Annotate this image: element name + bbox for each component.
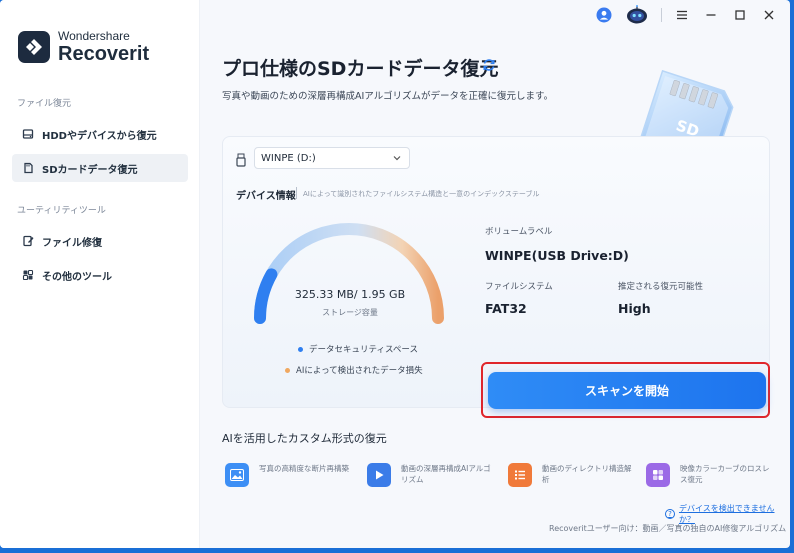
hdd-icon bbox=[22, 129, 34, 139]
info-divider bbox=[296, 187, 297, 199]
legend-data-loss: AIによって検出されたデータ損失 bbox=[285, 364, 423, 376]
usb-drive-icon bbox=[236, 152, 246, 171]
feature-photo-reconstruction[interactable]: 写真の高精度な断片再構築 bbox=[225, 463, 351, 487]
sidebar-item-sd-recovery[interactable]: SDカードデータ復元 bbox=[12, 154, 188, 182]
feature-video-ai[interactable]: 動画の深層再構成AIアルゴリズム bbox=[367, 463, 493, 487]
device-info-description: AIによって識別されたファイルシステム構造と一意のインデックステーブル bbox=[303, 190, 540, 198]
device-not-detected-link[interactable]: ? デバイスを検出できませんか？ bbox=[665, 503, 790, 525]
sidebar-item-file-repair[interactable]: ファイル修復 bbox=[12, 227, 188, 255]
recoverit-logo-icon bbox=[18, 31, 50, 63]
maximize-icon[interactable] bbox=[731, 6, 749, 24]
help-link-label: デバイスを検出できませんか？ bbox=[678, 504, 775, 524]
sidebar-item-hdd-recovery[interactable]: HDDやデバイスから復元 bbox=[12, 120, 188, 148]
storage-value: 325.33 MB/ 1.95 GB bbox=[294, 288, 406, 301]
user-icon[interactable] bbox=[595, 6, 613, 24]
features-title: AIを活用したカスタム形式の復元 bbox=[222, 432, 387, 445]
logo-bottom-text: Recoverit bbox=[58, 43, 150, 65]
sidebar-item-label: ファイル修復 bbox=[42, 237, 102, 249]
feature-text: 写真の高精度な断片再構築 bbox=[259, 464, 349, 473]
storage-label: ストレージ容量 bbox=[322, 308, 378, 317]
feature-color-curve[interactable]: 映像カラーカーブのロスレス復元 bbox=[646, 463, 772, 487]
app-logo: Wondershare Recoverit bbox=[18, 30, 149, 64]
legend-dot-orange bbox=[285, 367, 290, 373]
page-title: プロ仕様のSDカードデータ復元 bbox=[222, 58, 499, 80]
file-repair-icon bbox=[23, 235, 34, 247]
toolbar-divider bbox=[661, 8, 662, 22]
legend-label: データセキュリティスペース bbox=[309, 345, 418, 355]
color-icon bbox=[646, 463, 670, 487]
volume-label-value: WINPE(USB Drive:D) bbox=[485, 248, 629, 263]
logo-top-text: Wondershare bbox=[58, 29, 130, 43]
selected-drive-value: WINPE (D:) bbox=[261, 152, 316, 164]
file-system-title: ファイルシステム bbox=[485, 282, 553, 292]
legend-security-space: データセキュリティスペース bbox=[298, 343, 418, 355]
sidebar-item-more-tools[interactable]: その他のツール bbox=[12, 261, 188, 289]
storage-used-arc bbox=[254, 268, 278, 324]
legend-dot-blue bbox=[298, 346, 303, 352]
file-system-value: FAT32 bbox=[485, 301, 527, 316]
sidebar-section-utility-tools: ユーティリティツール bbox=[17, 206, 106, 216]
refresh-icon[interactable] bbox=[482, 57, 496, 76]
legend-label: AIによって検出されたデータ損失 bbox=[296, 366, 423, 376]
video-icon bbox=[367, 463, 391, 487]
sd-card-icon bbox=[24, 162, 33, 174]
sidebar-item-label: SDカードデータ復元 bbox=[42, 164, 138, 176]
feature-text: 映像カラーカーブのロスレス復元 bbox=[680, 464, 770, 485]
minimize-icon[interactable] bbox=[702, 6, 720, 24]
chevron-down-icon bbox=[393, 156, 401, 161]
app-window: Wondershare Recoverit ファイル復元 HDDやデバイスから復… bbox=[0, 0, 790, 548]
page-subtitle: 写真や動画のための深層再構成AIアルゴリズムがデータを正確に復元します。 bbox=[222, 91, 554, 102]
recoverability-title: 推定される復元可能性 bbox=[618, 282, 704, 292]
photo-icon bbox=[225, 463, 249, 487]
footer-text: Recoveritユーザー向け：動画／写真の独自のAI修復アルゴリズム bbox=[549, 524, 787, 533]
sidebar-section-file-recovery: ファイル復元 bbox=[17, 99, 72, 109]
feature-text: 動画のディレクトリ構造解析 bbox=[542, 464, 632, 485]
sidebar-item-label: HDDやデバイスから復元 bbox=[42, 130, 157, 142]
window-controls bbox=[595, 5, 778, 24]
question-icon: ? bbox=[665, 509, 675, 519]
start-scan-button[interactable]: スキャンを開始 bbox=[488, 372, 766, 409]
volume-label-title: ボリュームラベル bbox=[485, 227, 553, 237]
feature-text: 動画の深層再構成AIアルゴリズム bbox=[401, 464, 491, 485]
close-icon[interactable] bbox=[760, 6, 778, 24]
list-icon bbox=[508, 463, 532, 487]
sidebar-item-label: その他のツール bbox=[42, 271, 112, 283]
feature-directory-analysis[interactable]: 動画のディレクトリ構造解析 bbox=[508, 463, 634, 487]
recoverability-value: High bbox=[618, 301, 651, 316]
robot-icon[interactable] bbox=[624, 5, 650, 24]
more-tools-icon bbox=[22, 269, 34, 281]
sidebar: Wondershare Recoverit ファイル復元 HDDやデバイスから復… bbox=[0, 0, 200, 548]
menu-icon[interactable] bbox=[673, 6, 691, 24]
drive-select-dropdown[interactable]: WINPE (D:) bbox=[254, 147, 410, 169]
device-info-title: デバイス情報 bbox=[236, 191, 296, 202]
